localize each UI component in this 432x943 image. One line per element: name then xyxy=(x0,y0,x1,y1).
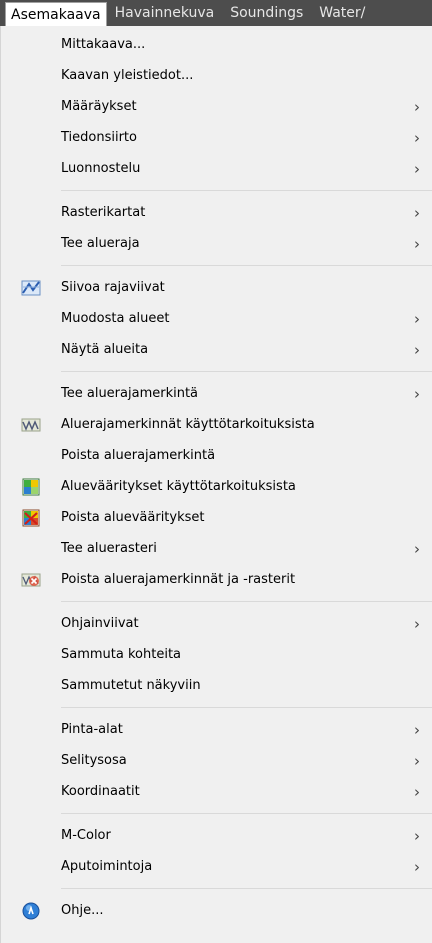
menu-separator xyxy=(61,707,432,708)
menu-item-tiedonsiirto[interactable]: Tiedonsiirto › xyxy=(1,122,432,153)
menu-item-label: Aluevääritykset käyttötarkoituksista xyxy=(61,479,296,494)
boundary-marking-icon xyxy=(21,418,41,431)
menu-item-label: Selitysosa xyxy=(61,753,127,768)
menu-item-nayta-alueita[interactable]: Näytä alueita › xyxy=(1,334,432,365)
menu-item-alueväritykset-kayttotarkoituksista[interactable]: Aluevääritykset käyttötarkoituksista xyxy=(1,471,432,502)
menu-item-koordinaatit[interactable]: Koordinaatit › xyxy=(1,776,432,807)
menu-item-poista-aluevaritykset[interactable]: Poista aluevääritykset xyxy=(1,502,432,533)
menu-item-mittakaava[interactable]: Mittakaava... xyxy=(1,29,432,60)
menu-item-siivoa-rajaviivat[interactable]: Siivoa rajaviivat xyxy=(1,272,432,303)
dropdown-menu-asemakaava: Mittakaava... Kaavan yleistiedot... Määr… xyxy=(0,26,432,943)
menu-item-m-color[interactable]: M-Color › xyxy=(1,820,432,851)
menu-item-label: Pinta-alat xyxy=(61,722,123,737)
menu-item-label: Luonnostelu xyxy=(61,161,141,176)
submenu-arrow-icon: › xyxy=(414,97,420,116)
menu-item-rasterikartat[interactable]: Rasterikartat › xyxy=(1,197,432,228)
submenu-arrow-icon: › xyxy=(414,159,420,178)
menu-item-label: Sammutetut näkyviin xyxy=(61,678,201,693)
menu-item-aluerajamerkinnat-kayttotarkoituksista[interactable]: Aluerajamerkinnät käyttötarkoituksista xyxy=(1,409,432,440)
menubar-item-asemakaava[interactable]: Asemakaava xyxy=(5,2,107,26)
menu-item-label: Ohje... xyxy=(61,903,104,918)
submenu-arrow-icon: › xyxy=(414,857,420,876)
menu-item-label: Aluerajamerkinnät käyttötarkoituksista xyxy=(61,417,315,432)
menu-item-label: Sammuta kohteita xyxy=(61,647,182,662)
menu-separator xyxy=(61,371,432,372)
submenu-arrow-icon: › xyxy=(414,384,420,403)
menu-item-ohjainviivat[interactable]: Ohjainviivat › xyxy=(1,608,432,639)
menu-item-label: Näytä alueita xyxy=(61,342,149,357)
menu-item-label: M-Color xyxy=(61,828,111,843)
submenu-arrow-icon: › xyxy=(414,203,420,222)
menu-separator xyxy=(61,888,432,889)
menu-item-sammutetut-nakyviin[interactable]: Sammutetut näkyviin xyxy=(1,670,432,701)
menu-group-markings: Tee aluerajamerkintä › Aluerajamerkinnät… xyxy=(1,375,432,598)
menu-item-kaavan-yleistiedot[interactable]: Kaavan yleistiedot... xyxy=(1,60,432,91)
menu-group-raster: Rasterikartat › Tee alueraja › xyxy=(1,194,432,262)
menu-item-selitysosa[interactable]: Selitysosa › xyxy=(1,745,432,776)
remove-markings-icon xyxy=(21,573,41,586)
menu-item-tee-aluerasteri[interactable]: Tee aluerasteri › xyxy=(1,533,432,564)
menu-item-label: Mittakaava... xyxy=(61,37,146,52)
menu-item-label: Määräykset xyxy=(61,99,137,114)
menu-item-label: Tee alueraja xyxy=(61,236,140,251)
submenu-arrow-icon: › xyxy=(414,720,420,739)
menu-group-areas: Siivoa rajaviivat Muodosta alueet › Näyt… xyxy=(1,269,432,368)
submenu-arrow-icon: › xyxy=(414,614,420,633)
menu-separator xyxy=(61,601,432,602)
menu-bar: Asemakaava Havainnekuva Soundings Water/ xyxy=(0,0,432,26)
menu-item-tee-alueraja[interactable]: Tee alueraja › xyxy=(1,228,432,259)
menu-item-pinta-alat[interactable]: Pinta-alat › xyxy=(1,714,432,745)
menu-item-label: Poista aluerajamerkinnät ja -rasterit xyxy=(61,572,296,587)
menu-item-label: Siivoa rajaviivat xyxy=(61,280,165,295)
menu-separator xyxy=(61,190,432,191)
blue-lines-icon xyxy=(21,280,41,295)
menu-item-label: Koordinaatit xyxy=(61,784,140,799)
submenu-arrow-icon: › xyxy=(414,234,420,253)
submenu-arrow-icon: › xyxy=(414,539,420,558)
submenu-arrow-icon: › xyxy=(414,826,420,845)
menu-item-label: Muodosta alueet xyxy=(61,311,170,326)
menu-separator xyxy=(61,265,432,266)
menu-item-label: Kaavan yleistiedot... xyxy=(61,68,194,83)
menubar-item-havainnekuva[interactable]: Havainnekuva xyxy=(107,0,223,26)
menu-item-label: Rasterikartat xyxy=(61,205,146,220)
menu-item-label: Tiedonsiirto xyxy=(61,130,137,145)
menu-item-maaraykset[interactable]: Määräykset › xyxy=(1,91,432,122)
submenu-arrow-icon: › xyxy=(414,751,420,770)
menu-item-poista-aluerajamerkinta[interactable]: Poista aluerajamerkintä xyxy=(1,440,432,471)
submenu-arrow-icon: › xyxy=(414,340,420,359)
menu-item-label: Aputoimintoja xyxy=(61,859,153,874)
menu-item-luonnostelu[interactable]: Luonnostelu › xyxy=(1,153,432,184)
menu-item-ohje[interactable]: Ohje... xyxy=(1,895,432,926)
menu-item-label: Tee aluerajamerkintä xyxy=(61,386,199,401)
menu-item-aputoimintoja[interactable]: Aputoimintoja › xyxy=(1,851,432,882)
area-coloring-icon xyxy=(22,478,40,495)
menubar-item-water[interactable]: Water/ xyxy=(311,0,373,26)
menu-item-sammuta-kohteita[interactable]: Sammuta kohteita xyxy=(1,639,432,670)
menu-item-tee-aluerajamerkinta[interactable]: Tee aluerajamerkintä › xyxy=(1,378,432,409)
menu-group-general: Mittakaava... Kaavan yleistiedot... Määr… xyxy=(1,26,432,187)
menu-group-guides: Ohjainviivat › Sammuta kohteita Sammutet… xyxy=(1,605,432,704)
submenu-arrow-icon: › xyxy=(414,309,420,328)
menu-group-help: Ohje... xyxy=(1,892,432,929)
menu-item-muodosta-alueet[interactable]: Muodosta alueet › xyxy=(1,303,432,334)
submenu-arrow-icon: › xyxy=(414,782,420,801)
menu-item-label: Tee aluerasteri xyxy=(61,541,157,556)
submenu-arrow-icon: › xyxy=(414,128,420,147)
menubar-item-soundings[interactable]: Soundings xyxy=(222,0,311,26)
help-icon xyxy=(22,902,40,919)
remove-coloring-icon xyxy=(22,509,40,526)
menu-item-label: Poista aluerajamerkintä xyxy=(61,448,216,463)
menu-group-measurements: Pinta-alat › Selitysosa › Koordinaatit › xyxy=(1,711,432,810)
menu-item-label: Poista aluevääritykset xyxy=(61,510,205,525)
menu-separator xyxy=(61,813,432,814)
menu-group-tools: M-Color › Aputoimintoja › xyxy=(1,817,432,885)
menu-item-label: Ohjainviivat xyxy=(61,616,139,631)
menu-item-poista-aluerajamerkinnat-ja-rasterit[interactable]: Poista aluerajamerkinnät ja -rasterit xyxy=(1,564,432,595)
